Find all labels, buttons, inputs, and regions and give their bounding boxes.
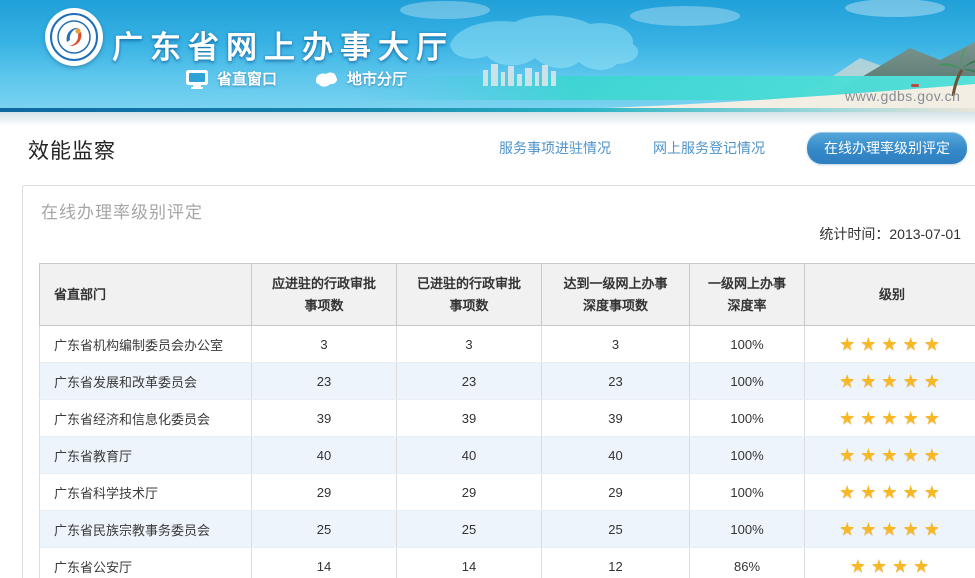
rate-cell: 86% [690, 548, 805, 578]
reached-cell: 23 [542, 363, 690, 400]
table-row: 广东省公安厅14141286%★★★★ [40, 548, 975, 578]
tab-service-entry-status[interactable]: 服务事项进驻情况 [499, 138, 611, 158]
entered-cell: 39 [397, 400, 542, 437]
table-row: 广东省发展和改革委员会232323100%★★★★★ [40, 363, 975, 400]
col-header-level: 级别 [805, 264, 975, 326]
col-header-department: 省直部门 [40, 264, 252, 326]
monitor-icon [185, 69, 209, 89]
rating-table: 省直部门 应进驻的行政审批 事项数 已进驻的行政审批 事项数 达到一级网上办事 … [39, 263, 975, 578]
star-rating-cell: ★★★★★ [805, 474, 975, 511]
table-row: 广东省教育厅404040100%★★★★★ [40, 437, 975, 474]
reached-cell: 3 [542, 326, 690, 363]
rate-cell: 100% [690, 363, 805, 400]
dept-cell: 广东省发展和改革委员会 [40, 363, 252, 400]
page-title: 效能监察 [28, 135, 116, 165]
reached-cell: 29 [542, 474, 690, 511]
site-logo [45, 8, 103, 66]
table-row: 广东省民族宗教事务委员会252525100%★★★★★ [40, 511, 975, 548]
rating-panel: 在线办理率级别评定 统计时间：2013-07-01 省直部门 应进驻的行政审批 … [22, 185, 975, 578]
site-title: 广东省网上办事大厅 [112, 22, 454, 67]
reached-cell: 39 [542, 400, 690, 437]
should-enter-cell: 39 [252, 400, 397, 437]
entered-cell: 25 [397, 511, 542, 548]
star-rating-cell: ★★★★★ [805, 511, 975, 548]
col-header-should-enter: 应进驻的行政审批 事项数 [252, 264, 397, 326]
panel-title: 在线办理率级别评定 [41, 198, 203, 223]
star-rating-cell: ★★★★★ [805, 437, 975, 474]
nav-item-label: 省直窗口 [217, 68, 277, 89]
star-rating-cell: ★★★★ [805, 548, 975, 578]
site-banner: 广东省网上办事大厅 省直窗口 地市分厅 www.gdbs.gov.cn [0, 0, 975, 108]
tab-online-rate-rating-active[interactable]: 在线办理率级别评定 [807, 132, 967, 164]
entered-cell: 3 [397, 326, 542, 363]
stat-time-label: 统计时间： [819, 226, 889, 242]
should-enter-cell: 3 [252, 326, 397, 363]
site-url-text: www.gdbs.gov.cn [845, 88, 960, 104]
should-enter-cell: 29 [252, 474, 397, 511]
star-icons: ★★★★★ [839, 519, 945, 539]
entered-cell: 29 [397, 474, 542, 511]
nav-item-provincial-window[interactable]: 省直窗口 [185, 68, 277, 89]
col-header-entered: 已进驻的行政审批 事项数 [397, 264, 542, 326]
table-header-row: 省直部门 应进驻的行政审批 事项数 已进驻的行政审批 事项数 达到一级网上办事 … [40, 264, 975, 326]
banner-fade [0, 112, 975, 126]
star-rating-cell: ★★★★★ [805, 363, 975, 400]
reached-cell: 40 [542, 437, 690, 474]
reached-cell: 25 [542, 511, 690, 548]
entered-cell: 40 [397, 437, 542, 474]
star-icons: ★★★★★ [839, 445, 945, 465]
dept-cell: 广东省公安厅 [40, 548, 252, 578]
rate-cell: 100% [690, 326, 805, 363]
stat-time-value: 2013-07-01 [889, 226, 961, 242]
star-icons: ★★★★★ [839, 334, 945, 354]
star-icons: ★★★★★ [839, 408, 945, 428]
entered-cell: 23 [397, 363, 542, 400]
entered-cell: 14 [397, 548, 542, 578]
star-rating-cell: ★★★★★ [805, 326, 975, 363]
star-icons: ★★★★★ [839, 371, 945, 391]
rate-cell: 100% [690, 511, 805, 548]
banner-nav: 省直窗口 地市分厅 [185, 68, 407, 89]
nav-item-label: 地市分厅 [347, 68, 407, 89]
star-icons: ★★★★★ [839, 482, 945, 502]
nav-item-city-branch[interactable]: 地市分厅 [313, 68, 407, 89]
stat-time: 统计时间：2013-07-01 [23, 224, 961, 244]
star-rating-cell: ★★★★★ [805, 400, 975, 437]
col-header-reached-level1: 达到一级网上办事 深度事项数 [542, 264, 690, 326]
should-enter-cell: 40 [252, 437, 397, 474]
table-row: 广东省科学技术厅292929100%★★★★★ [40, 474, 975, 511]
should-enter-cell: 25 [252, 511, 397, 548]
table-body: 广东省机构编制委员会办公室333100%★★★★★广东省发展和改革委员会2323… [40, 326, 975, 578]
rate-cell: 100% [690, 400, 805, 437]
table-row: 广东省机构编制委员会办公室333100%★★★★★ [40, 326, 975, 363]
dept-cell: 广东省机构编制委员会办公室 [40, 326, 252, 363]
rate-cell: 100% [690, 437, 805, 474]
reached-cell: 12 [542, 548, 690, 578]
section-tabs: 服务事项进驻情况 网上服务登记情况 在线办理率级别评定 [499, 134, 967, 162]
rate-cell: 100% [690, 474, 805, 511]
dept-cell: 广东省科学技术厅 [40, 474, 252, 511]
star-icons: ★★★★ [850, 556, 935, 576]
map-icon [313, 69, 339, 89]
dept-cell: 广东省经济和信息化委员会 [40, 400, 252, 437]
tab-online-registration-status[interactable]: 网上服务登记情况 [653, 138, 765, 158]
should-enter-cell: 14 [252, 548, 397, 578]
col-header-depth-rate: 一级网上办事 深度率 [690, 264, 805, 326]
dept-cell: 广东省教育厅 [40, 437, 252, 474]
page: 广东省网上办事大厅 省直窗口 地市分厅 www.gdbs.gov.cn [0, 0, 975, 578]
dept-cell: 广东省民族宗教事务委员会 [40, 511, 252, 548]
logo-swirl-icon [57, 20, 91, 54]
table-row: 广东省经济和信息化委员会393939100%★★★★★ [40, 400, 975, 437]
should-enter-cell: 23 [252, 363, 397, 400]
